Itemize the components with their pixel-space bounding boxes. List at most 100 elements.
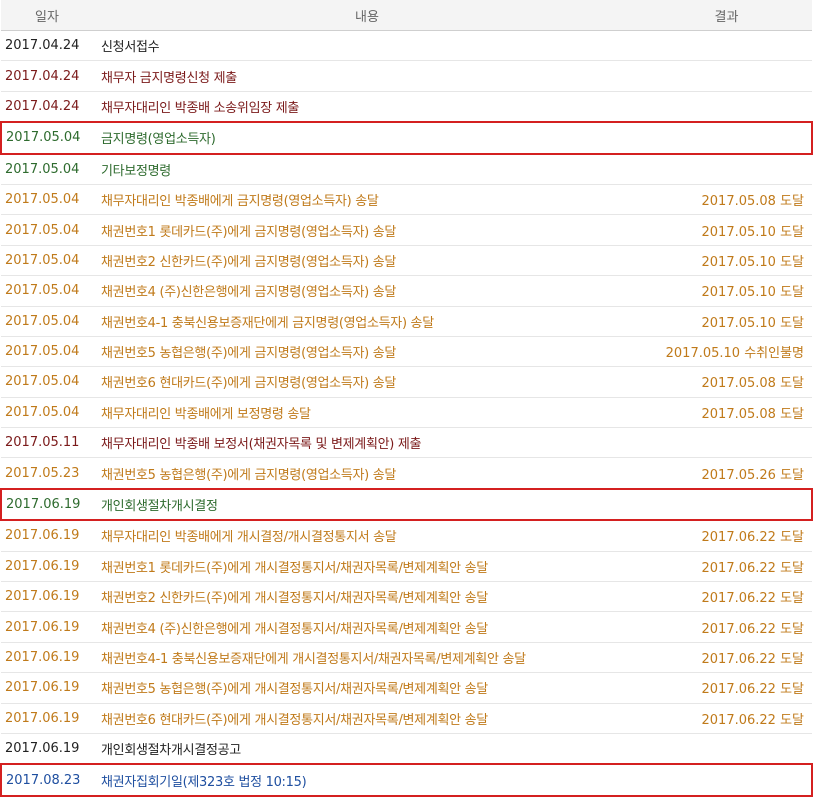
table-row: 2017.06.19 채권번호4-1 충북신용보증재단에게 개시결정통지서/채권자… xyxy=(1,642,812,674)
cell-date: 2017.06.19 xyxy=(1,642,93,674)
table-row: 2017.06.19 채권번호2 신한카드(주)에게 개시결정통지서/채권자목록/… xyxy=(1,581,812,613)
cell-content: 금지명령(영업소득자) xyxy=(93,121,641,155)
cell-date: 2017.05.11 xyxy=(1,427,93,459)
cell-result: 2017.05.10 도달 xyxy=(641,245,812,277)
cell-result xyxy=(641,30,812,62)
cell-date: 2017.04.24 xyxy=(1,30,93,62)
table-row: 2017.06.19 채권번호5 농협은행(주)에게 개시결정통지서/채권자목록/… xyxy=(1,672,812,704)
cell-content: 채무자대리인 박종배에게 개시결정/개시결정통지서 송달 xyxy=(93,520,641,552)
cell-result: 2017.05.10 도달 xyxy=(641,275,812,307)
cell-content: 개인회생절차개시결정공고 xyxy=(93,733,641,765)
cell-result xyxy=(641,91,812,123)
table-row-highlighted: 2017.05.04 금지명령(영업소득자) xyxy=(0,121,813,155)
cell-date: 2017.05.04 xyxy=(1,214,93,246)
cell-content: 채무자대리인 박종배에게 금지명령(영업소득자) 송달 xyxy=(93,184,641,216)
cell-result xyxy=(641,487,813,522)
cell-content: 채권번호4 (주)신한은행에게 금지명령(영업소득자) 송달 xyxy=(93,275,641,307)
cell-date: 2017.06.19 xyxy=(1,551,93,583)
cell-content: 채권번호5 농협은행(주)에게 금지명령(영업소득자) 송달 xyxy=(93,336,641,368)
cell-date: 2017.06.19 xyxy=(1,611,93,643)
cell-date: 2017.05.04 xyxy=(1,184,93,216)
cell-result xyxy=(641,427,812,459)
table-row: 2017.05.23 채권번호5 농협은행(주)에게 금지명령(영업소득자) 송달… xyxy=(1,457,812,490)
cell-content: 채권번호2 신한카드(주)에게 금지명령(영업소득자) 송달 xyxy=(93,245,641,277)
table-row: 2017.06.19 채무자대리인 박종배에게 개시결정/개시결정통지서 송달 20… xyxy=(1,520,812,552)
table-row: 2017.06.19 채권번호1 롯데카드(주)에게 개시결정통지서/채권자목록/… xyxy=(1,551,812,583)
cell-content: 채권번호6 현대카드(주)에게 금지명령(영업소득자) 송달 xyxy=(93,366,641,398)
cell-content: 채권번호4-1 충북신용보증재단에게 개시결정통지서/채권자목록/변제계획안 송… xyxy=(93,642,641,674)
cell-result xyxy=(641,733,812,765)
cell-content: 채무자대리인 박종배 보정서(채권자목록 및 변제계획안) 제출 xyxy=(93,427,641,459)
cell-result xyxy=(641,121,813,155)
cell-date: 2017.06.19 xyxy=(1,672,93,704)
table-row: 2017.05.04 채권번호1 롯데카드(주)에게 금지명령(영업소득자) 송달… xyxy=(1,214,812,246)
table-row: 2017.05.04 채권번호2 신한카드(주)에게 금지명령(영업소득자) 송달… xyxy=(1,245,812,277)
cell-date: 2017.05.04 xyxy=(1,336,93,368)
cell-result: 2017.06.22 도달 xyxy=(641,520,812,552)
cell-content: 신청서접수 xyxy=(93,30,641,62)
cell-result: 2017.05.08 도달 xyxy=(641,366,812,398)
cell-content: 개인회생절차개시결정 xyxy=(93,487,641,522)
cell-result: 2017.06.22 도달 xyxy=(641,672,812,704)
table-row: 2017.05.11 채무자대리인 박종배 보정서(채권자목록 및 변제계획안) … xyxy=(1,427,812,459)
cell-date: 2017.05.23 xyxy=(1,457,93,490)
cell-content: 채무자 금지명령신청 제출 xyxy=(93,60,641,92)
cell-result xyxy=(641,763,813,797)
case-progress-table: 일자 내용 결과 2017.04.24 신청서접수 2017.04.24 채무자 금지… xyxy=(0,0,813,797)
cell-result xyxy=(641,60,812,92)
cell-date: 2017.06.19 xyxy=(1,733,93,765)
table-row: 2017.04.24 신청서접수 xyxy=(1,30,812,62)
cell-date: 2017.05.04 xyxy=(1,245,93,277)
cell-content: 채권번호5 농협은행(주)에게 개시결정통지서/채권자목록/변제계획안 송달 xyxy=(93,672,641,704)
cell-result: 2017.06.22 도달 xyxy=(641,611,812,643)
cell-content: 채권번호1 롯데카드(주)에게 금지명령(영업소득자) 송달 xyxy=(93,214,641,246)
table-row: 2017.06.19 채권번호6 현대카드(주)에게 개시결정통지서/채권자목록/… xyxy=(1,703,812,734)
cell-result: 2017.05.10 도달 xyxy=(641,306,812,337)
table-row: 2017.06.19 채권번호4 (주)신한은행에게 개시결정통지서/채권자목록/… xyxy=(1,611,812,643)
table-row: 2017.05.04 채무자대리인 박종배에게 보정명령 송달 2017.05.08… xyxy=(1,397,812,429)
cell-content: 채권번호4-1 충북신용보증재단에게 금지명령(영업소득자) 송달 xyxy=(93,306,641,337)
cell-date: 2017.06.19 xyxy=(0,487,93,522)
table-row: 2017.06.19 개인회생절차개시결정공고 xyxy=(1,733,812,765)
header-content: 내용 xyxy=(93,0,641,31)
cell-date: 2017.06.19 xyxy=(1,520,93,552)
cell-date: 2017.08.23 xyxy=(0,763,93,797)
table-row-highlighted: 2017.08.23 채권자집회기일(제323호 법정 10:15) xyxy=(0,763,813,797)
table-header-row: 일자 내용 결과 xyxy=(1,0,812,31)
table-row-highlighted: 2017.06.19 개인회생절차개시결정 xyxy=(0,487,813,522)
cell-content: 채권번호5 농협은행(주)에게 금지명령(영업소득자) 송달 xyxy=(93,457,641,490)
cell-date: 2017.05.04 xyxy=(1,366,93,398)
cell-date: 2017.05.04 xyxy=(1,306,93,337)
table-row: 2017.04.24 채무자 금지명령신청 제출 xyxy=(1,60,812,92)
cell-result: 2017.05.26 도달 xyxy=(641,457,812,490)
cell-date: 2017.04.24 xyxy=(1,91,93,123)
cell-result: 2017.05.08 도달 xyxy=(641,397,812,429)
cell-date: 2017.05.04 xyxy=(1,397,93,429)
cell-date: 2017.04.24 xyxy=(1,60,93,92)
cell-content: 채권번호6 현대카드(주)에게 개시결정통지서/채권자목록/변제계획안 송달 xyxy=(93,703,641,734)
cell-date: 2017.05.04 xyxy=(1,275,93,307)
table-row: 2017.05.04 채권번호5 농협은행(주)에게 금지명령(영업소득자) 송달… xyxy=(1,336,812,368)
cell-content: 채무자대리인 박종배에게 보정명령 송달 xyxy=(93,397,641,429)
cell-result xyxy=(641,153,812,185)
cell-result: 2017.06.22 도달 xyxy=(641,551,812,583)
header-result: 결과 xyxy=(641,0,812,31)
cell-date: 2017.06.19 xyxy=(1,581,93,613)
cell-date: 2017.05.04 xyxy=(1,153,93,185)
header-date: 일자 xyxy=(1,0,93,31)
table-row: 2017.05.04 기타보정명령 xyxy=(1,153,812,185)
cell-content: 채권번호4 (주)신한은행에게 개시결정통지서/채권자목록/변제계획안 송달 xyxy=(93,611,641,643)
cell-result: 2017.06.22 도달 xyxy=(641,703,812,734)
cell-date: 2017.06.19 xyxy=(1,703,93,734)
cell-date: 2017.05.04 xyxy=(0,121,93,155)
cell-result: 2017.05.10 도달 xyxy=(641,214,812,246)
table-row: 2017.05.04 채권번호4-1 충북신용보증재단에게 금지명령(영업소득자)… xyxy=(1,306,812,337)
cell-content: 기타보정명령 xyxy=(93,153,641,185)
table-row: 2017.05.04 채무자대리인 박종배에게 금지명령(영업소득자) 송달 201… xyxy=(1,184,812,216)
cell-content: 채권번호1 롯데카드(주)에게 개시결정통지서/채권자목록/변제계획안 송달 xyxy=(93,551,641,583)
cell-content: 채권번호2 신한카드(주)에게 개시결정통지서/채권자목록/변제계획안 송달 xyxy=(93,581,641,613)
table-row: 2017.04.24 채무자대리인 박종배 소송위임장 제출 xyxy=(1,91,812,123)
cell-result: 2017.06.22 도달 xyxy=(641,581,812,613)
table-row: 2017.05.04 채권번호6 현대카드(주)에게 금지명령(영업소득자) 송달… xyxy=(1,366,812,398)
cell-result: 2017.05.10 수취인불명 xyxy=(641,336,812,368)
